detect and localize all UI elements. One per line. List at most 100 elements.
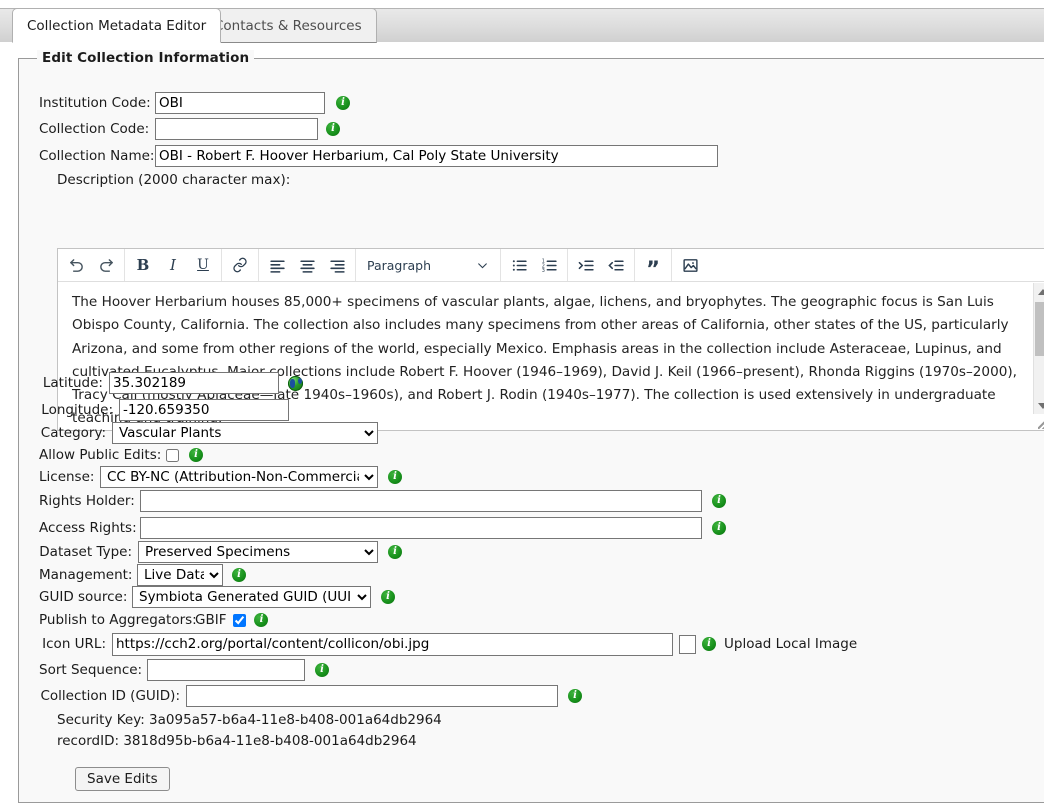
collection-code-input[interactable]: [155, 118, 318, 140]
info-icon[interactable]: [388, 469, 402, 484]
align-left-icon[interactable]: [262, 250, 292, 281]
info-icon[interactable]: [232, 567, 246, 582]
latitude-input[interactable]: [109, 372, 279, 394]
dataset-type-label: Dataset Type:: [39, 544, 132, 560]
icon-url-label: Icon URL:: [42, 636, 106, 652]
field-longitude: Longitude:: [39, 399, 289, 421]
gbif-label: GBIF: [195, 612, 227, 628]
image-icon[interactable]: [675, 250, 705, 281]
info-icon[interactable]: [702, 636, 716, 651]
blockquote-icon[interactable]: ”: [638, 246, 668, 284]
scroll-down-icon[interactable]: [1034, 398, 1044, 413]
toolbar-group-lists: 1 2 3: [501, 249, 568, 281]
underline-button[interactable]: U: [188, 250, 218, 281]
record-id-text: recordID: 3818d95b-b6a4-11e8-b408-001a64…: [57, 733, 417, 749]
upload-local-image-label[interactable]: Upload Local Image: [724, 636, 857, 652]
publish-aggregators-label: Publish to Aggregators:: [39, 612, 197, 628]
save-edits-row: Save Edits: [75, 766, 170, 792]
info-icon[interactable]: [712, 493, 726, 508]
align-center-icon[interactable]: [292, 250, 322, 281]
resize-handle[interactable]: [1038, 416, 1044, 429]
scroll-up-icon[interactable]: [1034, 284, 1044, 299]
info-icon[interactable]: [568, 688, 582, 703]
field-allow-public-edits: Allow Public Edits:: [39, 444, 203, 466]
description-label: Description (2000 character max):: [57, 172, 291, 188]
rights-holder-label: Rights Holder:: [39, 493, 135, 509]
collection-id-input[interactable]: [186, 685, 558, 707]
globe-icon[interactable]: [288, 375, 303, 391]
field-institution-code: Institution Code:: [39, 92, 350, 114]
category-select[interactable]: Vascular Plants: [112, 422, 378, 444]
license-select[interactable]: CC BY-NC (Attribution-Non-Commercial): [100, 466, 378, 488]
tab-collection-metadata-editor[interactable]: Collection Metadata Editor: [12, 8, 222, 43]
sort-sequence-input[interactable]: [147, 659, 305, 681]
collection-name-label: Collection Name:: [39, 148, 155, 164]
outdent-icon[interactable]: [601, 250, 631, 281]
toolbar-group-link: [222, 249, 259, 281]
bold-button[interactable]: B: [128, 250, 158, 281]
edit-collection-information-fieldset: Edit Collection Information Institution …: [18, 50, 1044, 803]
collection-id-label: Collection ID (GUID):: [40, 688, 180, 704]
field-license: License: CC BY-NC (Attribution-Non-Comme…: [39, 466, 402, 488]
link-icon[interactable]: [225, 250, 255, 281]
bullet-list-icon[interactable]: [504, 250, 534, 281]
tab-bar: Collection Metadata Editor Contacts & Re…: [0, 0, 1044, 44]
guid-source-select[interactable]: Symbiota Generated GUID (UUID): [132, 586, 371, 608]
info-icon[interactable]: [381, 589, 395, 604]
icon-url-input[interactable]: [112, 632, 673, 656]
field-category: Category: Vascular Plants: [39, 422, 378, 444]
format-block-dropdown[interactable]: Paragraph: [359, 250, 497, 281]
field-dataset-type: Dataset Type: Preserved Specimens: [39, 541, 402, 563]
info-icon[interactable]: [326, 121, 340, 136]
field-collection-code: Collection Code:: [39, 118, 340, 140]
longitude-input[interactable]: [119, 399, 289, 421]
management-label: Management:: [39, 567, 133, 583]
license-label: License:: [39, 469, 95, 485]
field-latitude: Latitude:: [39, 372, 303, 394]
info-icon[interactable]: [336, 95, 350, 110]
chevron-down-icon: [478, 262, 487, 268]
institution-code-input[interactable]: [155, 92, 325, 114]
tab-contacts-resources[interactable]: Contacts & Resources: [199, 8, 377, 43]
record-id-row: recordID: 3818d95b-b6a4-11e8-b408-001a64…: [57, 730, 417, 752]
italic-button[interactable]: I: [158, 250, 188, 281]
collection-name-input[interactable]: [155, 145, 718, 167]
guid-source-label: GUID source:: [39, 589, 128, 605]
access-rights-label: Access Rights:: [39, 520, 137, 536]
field-collection-name: Collection Name:: [39, 145, 718, 167]
toolbar-group-indent: [568, 249, 635, 281]
info-icon[interactable]: [388, 544, 402, 559]
institution-code-label: Institution Code:: [39, 95, 151, 111]
description-label-row: Description (2000 character max):: [57, 169, 290, 191]
save-edits-button[interactable]: Save Edits: [75, 767, 170, 791]
numbered-list-icon[interactable]: 1 2 3: [534, 250, 564, 281]
management-select[interactable]: Live Data: [137, 564, 223, 586]
access-rights-input[interactable]: [140, 517, 702, 539]
dataset-type-select[interactable]: Preserved Specimens: [138, 541, 378, 563]
undo-icon[interactable]: [61, 250, 91, 281]
indent-icon[interactable]: [571, 250, 601, 281]
svg-text:3: 3: [541, 267, 544, 273]
field-icon-url: Icon URL: Upload Local Image: [39, 631, 857, 657]
redo-icon[interactable]: [91, 250, 121, 281]
field-rights-holder: Rights Holder:: [39, 490, 726, 512]
description-scrollbar[interactable]: [1033, 283, 1044, 414]
field-management: Management: Live Data: [39, 564, 246, 586]
upload-file-input[interactable]: [679, 634, 696, 654]
rights-holder-input[interactable]: [140, 490, 702, 512]
latitude-label: Latitude:: [42, 375, 103, 391]
info-icon[interactable]: [254, 612, 269, 627]
security-key-row: Security Key: 3a095a57-b6a4-11e8-b408-00…: [57, 709, 442, 731]
toolbar-group-format: Paragraph: [356, 249, 501, 281]
toolbar-group-align: [259, 249, 356, 281]
scrollbar-thumb[interactable]: [1035, 302, 1044, 356]
format-block-value: Paragraph: [367, 257, 432, 273]
info-icon[interactable]: [315, 662, 329, 677]
toolbar-group-blockquote: ”: [635, 249, 672, 281]
gbif-checkbox[interactable]: [233, 613, 247, 627]
allow-public-edits-checkbox[interactable]: [166, 448, 179, 462]
info-icon[interactable]: [189, 447, 203, 462]
security-key-text: Security Key: 3a095a57-b6a4-11e8-b408-00…: [57, 712, 442, 728]
info-icon[interactable]: [712, 520, 726, 535]
align-right-icon[interactable]: [322, 250, 352, 281]
